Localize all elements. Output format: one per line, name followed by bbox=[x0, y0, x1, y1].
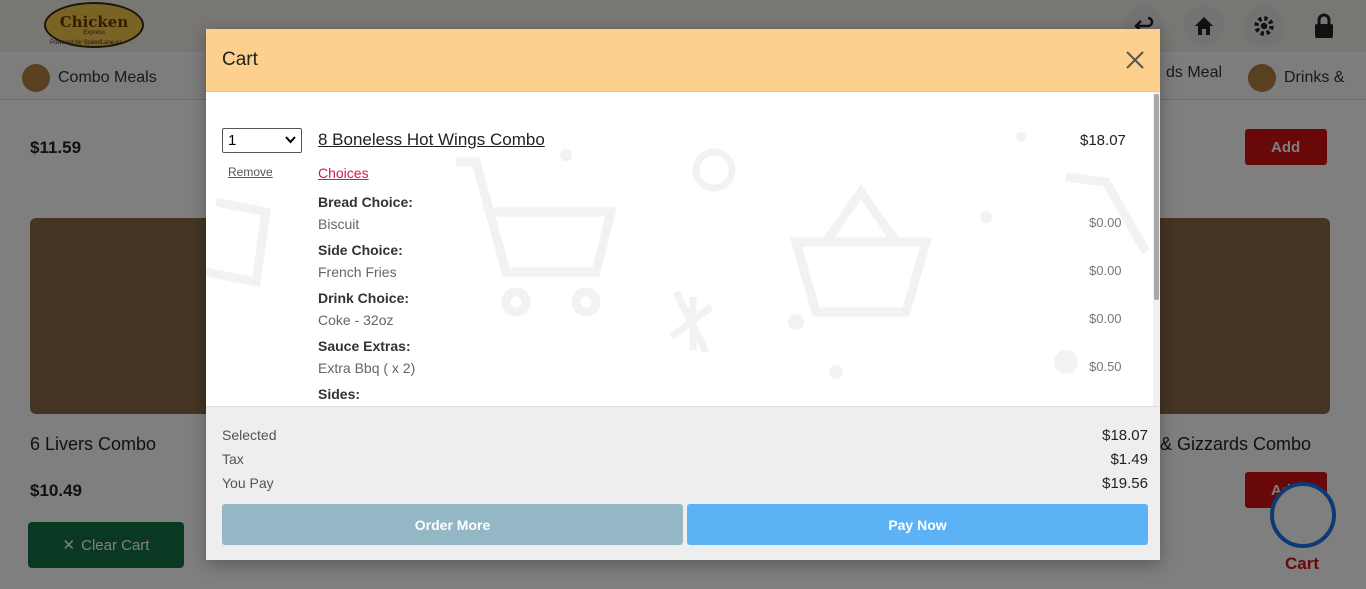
tax-label: Tax bbox=[222, 451, 244, 467]
pay-now-button[interactable]: Pay Now bbox=[687, 504, 1148, 545]
choice-label: Bread Choice: bbox=[318, 194, 413, 210]
choice-value: Biscuit bbox=[318, 216, 360, 232]
cart-modal: Cart 1 Remove 8 Boneless Hot Wings Combo… bbox=[206, 29, 1160, 560]
you-pay-label: You Pay bbox=[222, 475, 274, 491]
choice-value: Coke - 32oz bbox=[318, 312, 394, 328]
modal-title: Cart bbox=[222, 49, 258, 70]
quantity-select[interactable]: 1 bbox=[222, 128, 302, 153]
choice-price: $0.00 bbox=[1089, 263, 1122, 278]
chevron-down-icon bbox=[285, 136, 296, 144]
choice-label: Sides: bbox=[318, 386, 361, 402]
choice-value: French Fries bbox=[318, 264, 397, 280]
choice-sides: Sides: bbox=[318, 386, 1138, 402]
choices-link[interactable]: Choices bbox=[318, 165, 369, 181]
you-pay-value: $19.56 bbox=[1102, 475, 1148, 492]
choice-drink: Drink Choice: Coke - 32oz bbox=[318, 290, 1138, 328]
choice-price: $0.50 bbox=[1089, 359, 1122, 374]
choice-bread: Bread Choice: Biscuit bbox=[318, 194, 1138, 232]
choice-price: $0.00 bbox=[1089, 311, 1122, 326]
cart-item-price: $18.07 bbox=[1080, 132, 1126, 149]
close-icon[interactable] bbox=[1124, 49, 1146, 71]
modal-header: Cart bbox=[206, 29, 1160, 92]
choice-sauce-extras: Sauce Extras: Extra Bbq ( x 2) bbox=[318, 338, 1138, 376]
remove-item-link[interactable]: Remove bbox=[228, 165, 273, 179]
choice-label: Side Choice: bbox=[318, 242, 403, 258]
quantity-value: 1 bbox=[228, 132, 237, 149]
choice-price: $0.00 bbox=[1089, 215, 1122, 230]
selected-value: $18.07 bbox=[1102, 427, 1148, 444]
choice-side: Side Choice: French Fries bbox=[318, 242, 1138, 280]
cart-summary: Selected $18.07 Tax $1.49 You Pay $19.56… bbox=[206, 406, 1160, 560]
selected-label: Selected bbox=[222, 427, 277, 443]
choice-value: Extra Bbq ( x 2) bbox=[318, 360, 416, 376]
choice-label: Drink Choice: bbox=[318, 290, 410, 306]
cart-scrollbar[interactable] bbox=[1153, 92, 1160, 406]
choice-label: Sauce Extras: bbox=[318, 338, 411, 354]
order-more-button[interactable]: Order More bbox=[222, 504, 683, 545]
cart-items-list[interactable]: 1 Remove 8 Boneless Hot Wings Combo $18.… bbox=[206, 92, 1160, 406]
tax-value: $1.49 bbox=[1110, 451, 1148, 468]
scrollbar-thumb[interactable] bbox=[1154, 94, 1159, 300]
cart-item-name[interactable]: 8 Boneless Hot Wings Combo bbox=[318, 130, 545, 150]
